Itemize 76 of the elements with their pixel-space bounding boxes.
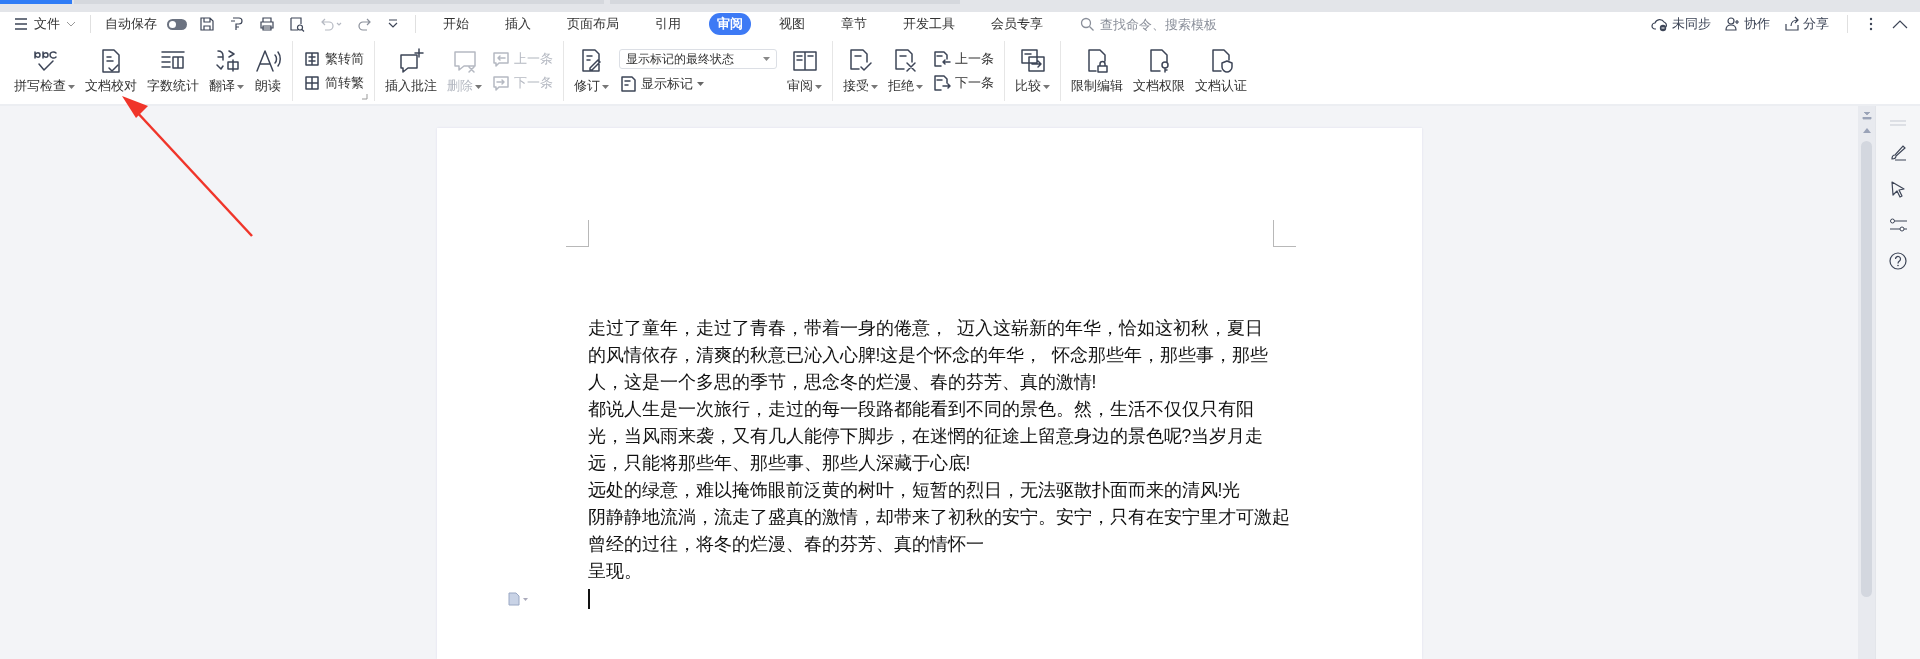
save-icon[interactable] <box>199 16 215 32</box>
text-line: 阴静静地流淌，流走了盛真的激情，却带来了初秋的安宁。安宁，只有在安宁里才可激起 <box>587 506 1290 529</box>
ribbon-small-button[interactable]: 繁转简 <box>303 50 364 68</box>
text-line: 走过了童年，走过了青春，带着一身的倦意， 迈入这崭新的年华，恰如这初秋，夏日 <box>587 317 1264 340</box>
sync-status-button[interactable]: 未同步 <box>1651 15 1711 33</box>
share-icon <box>1784 16 1800 32</box>
menu-tab[interactable]: 会员专享 <box>983 13 1051 35</box>
text-cursor <box>587 588 590 609</box>
margin-corner-mark <box>1272 220 1296 247</box>
comment-arrow-icon <box>492 50 510 68</box>
menu-tab[interactable]: 开始 <box>435 13 477 35</box>
user-plus-icon <box>1725 16 1741 32</box>
chevron-icon <box>66 21 76 27</box>
text-line: 曾经的过往，将冬的烂漫、春的芬芳、真的情怀一 <box>587 533 984 556</box>
ribbon-small-button[interactable]: 下一条 <box>933 74 994 92</box>
menu-tab[interactable]: 插入 <box>497 13 539 35</box>
ribbon-button[interactable]: 字数统计 <box>143 44 203 98</box>
more-icon[interactable] <box>1868 16 1874 32</box>
ribbon-button[interactable]: 朗读 <box>250 44 286 98</box>
ribbon-button[interactable]: 接受 <box>839 44 882 98</box>
ribbon-button[interactable]: 审阅 <box>783 44 826 98</box>
pen-icon[interactable] <box>1889 144 1907 162</box>
text-line: 远处的绿意，难以掩饰眼前泛黄的树叶，短暂的烈日，无法驱散扑面而来的清风!光 <box>587 479 1241 502</box>
compare-icon <box>1018 47 1047 75</box>
menu-tab[interactable]: 视图 <box>771 13 813 35</box>
ruler-toggle-icon[interactable] <box>1861 112 1872 120</box>
ribbon-button[interactable]: 插入批注 <box>381 44 441 98</box>
text-line: 都说人生是一次旅行，走过的每一段路都能看到不同的景色。然，生活不仅仅只有阳 <box>587 398 1254 421</box>
ribbon-small-button[interactable]: 简转繁 <box>303 74 364 92</box>
menu-tab[interactable]: 审阅 <box>709 13 751 35</box>
text-line: 呈现。 <box>587 560 642 583</box>
share-button[interactable]: 分享 <box>1784 15 1829 33</box>
ribbon-button[interactable]: 文档权限 <box>1129 44 1189 98</box>
ribbon-button[interactable]: 拼写检查 <box>10 44 79 98</box>
menu-tab[interactable]: 开发工具 <box>895 13 963 35</box>
collapse-icon[interactable] <box>1892 19 1908 29</box>
collaborate-button[interactable]: 协作 <box>1725 15 1770 33</box>
text-line: 人，这是一个多思的季节，思念冬的烂漫、春的芬芳、真的激情! <box>587 371 1097 394</box>
search-icon <box>1080 16 1095 32</box>
ribbon-button[interactable]: 比较 <box>1011 44 1054 98</box>
document-arrow-icon <box>933 74 951 92</box>
print-preview-icon[interactable] <box>289 16 305 32</box>
text-line: 光，当风雨来袭，又有几人能停下脚步，在迷惘的征途上留意身边的景色呢?当岁月走 <box>587 425 1264 448</box>
menu-tab[interactable]: 页面布局 <box>559 13 627 35</box>
menu-tab[interactable]: 引用 <box>647 13 689 35</box>
ribbon-button[interactable]: 文档校对 <box>81 44 141 98</box>
redo-icon[interactable] <box>357 16 373 32</box>
speech-icon <box>254 47 282 75</box>
caret-icon <box>763 57 770 61</box>
comment-arrow-icon <box>492 74 510 92</box>
ribbon-small-button[interactable]: 上一条 <box>933 50 994 68</box>
ribbon-button[interactable]: 修订 <box>570 44 613 98</box>
menu-icon <box>14 18 28 30</box>
ribbon-button[interactable]: 翻译 <box>205 44 248 98</box>
document-arrow-icon <box>933 50 951 68</box>
comment-plus-icon <box>397 47 425 75</box>
panel-grip-icon[interactable] <box>1890 120 1906 126</box>
ribbon-small-button[interactable]: 显示标记 <box>619 75 777 93</box>
text-line: 远，只能将那些年、那些事、那些人深藏于心底! <box>587 452 971 475</box>
text-line: 的风情依存，清爽的秋意已沁入心脾!这是个怀念的年华， 怀念那些年，那些事，那些 <box>587 344 1269 367</box>
scrollbar[interactable] <box>1858 106 1875 659</box>
autosave-toggle[interactable] <box>167 18 187 30</box>
help-icon[interactable] <box>1889 252 1907 270</box>
file-menu[interactable]: 文件 <box>14 15 76 33</box>
margin-corner-mark <box>565 220 589 247</box>
document-markup-icon <box>619 75 637 93</box>
markup-mode-dropdown[interactable]: 显示标记的最终状态 <box>619 49 777 69</box>
sliders-icon[interactable] <box>1889 216 1907 234</box>
print-icon[interactable] <box>259 16 275 32</box>
cursor-icon[interactable] <box>1889 180 1907 198</box>
autosave-label: 自动保存 <box>105 15 157 33</box>
menu-tab[interactable]: 章节 <box>833 13 875 35</box>
ribbon-button[interactable]: 文档认证 <box>1191 44 1251 98</box>
ribbon-button[interactable]: 拒绝 <box>884 44 927 98</box>
ribbon-button[interactable]: 限制编辑 <box>1067 44 1127 98</box>
cloud-icon <box>1651 16 1669 32</box>
